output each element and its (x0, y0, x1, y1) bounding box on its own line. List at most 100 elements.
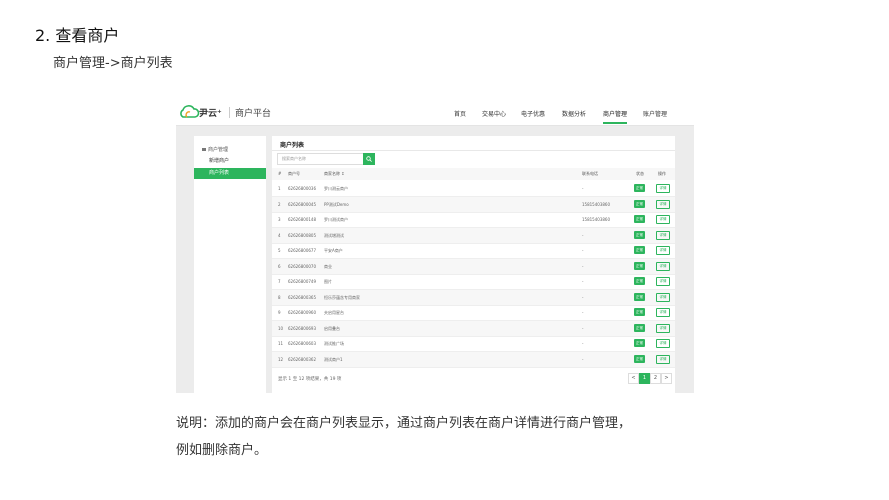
detail-button[interactable]: 详情 (656, 246, 670, 255)
cell-merchant-id: 62626800749 (288, 279, 316, 284)
cell-merchant-name: 启用叠台 (324, 325, 340, 331)
sidebar: 商户管理 新增商户 商户列表 (194, 136, 266, 393)
nav-analytics[interactable]: 数据分析 (562, 109, 586, 118)
detail-button[interactable]: 详情 (656, 230, 670, 240)
merchant-list-panel: 商户列表 搜索商户名称 # 商户号 商家名称 ↕ 联系电话 状态 操作 1 626… (272, 136, 675, 393)
cell-no: 6 (278, 263, 281, 269)
description-line-2: 例如删除商户。 (176, 443, 268, 458)
table-row: 12 62626800362 测试商户1 - 正常 详情 (272, 351, 675, 368)
panel-title: 商户列表 (280, 142, 305, 149)
status-badge: 正常 (634, 354, 645, 363)
cell-phone: - (582, 294, 584, 300)
cell-no: 8 (278, 294, 281, 300)
detail-button[interactable]: 详情 (656, 199, 670, 209)
cell-merchant-id: 62626800603 (288, 341, 316, 346)
cell-phone: - (582, 310, 584, 315)
cell-merchant-id: 62626800365 (288, 294, 316, 300)
cloud-logo-icon (180, 105, 200, 118)
search-icon (366, 156, 372, 162)
status-badge: 正常 (634, 308, 645, 316)
results-summary: 显示 1 至 12 项结果，共 19 项 (278, 377, 342, 382)
detail-button[interactable]: 详情 (656, 292, 670, 302)
col-merchant-id: 商户号 (288, 171, 300, 176)
status-badge: 正常 (634, 261, 645, 270)
cell-phone: 15815403860 (582, 201, 610, 207)
cell-merchant-id: 62626800960 (288, 310, 316, 315)
cell-merchant-id: 62626800693 (288, 325, 316, 331)
cell-phone: 15815403860 (582, 217, 610, 222)
status-badge: 正常 (634, 230, 645, 239)
table-row: 2 62626800045 PP测试Demo 15815403860 正常 详情 (272, 196, 675, 213)
nav-coupons[interactable]: 电子优惠 (521, 109, 545, 118)
cell-no: 10 (278, 325, 284, 331)
sidebar-item-add-merchant[interactable]: 新增商户 (194, 156, 266, 167)
cell-merchant-id: 62626800677 (288, 248, 316, 253)
table-row: 11 62626800603 测试推广场 - 正常 详情 (272, 336, 675, 352)
sidebar-item-label: 新增商户 (209, 158, 230, 164)
detail-button[interactable]: 详情 (656, 184, 670, 193)
menu-icon (202, 148, 206, 151)
cell-merchant-name: 罗川测试商户 (324, 217, 348, 222)
cell-merchant-id: 62626800036 (288, 186, 316, 191)
table-row: 1 62626800036 罗川测云商户 - 正常 详情 (272, 181, 675, 197)
detail-button[interactable]: 详情 (656, 323, 670, 333)
cell-phone: - (582, 356, 584, 362)
doc-title: 2. 查看商户 (35, 26, 120, 45)
search-input[interactable]: 搜索商户名称 (277, 153, 365, 165)
cell-merchant-id: 62626800362 (288, 356, 316, 362)
pager-next-button[interactable]: > (661, 373, 672, 384)
status-badge: 正常 (634, 323, 645, 332)
cell-no: 3 (278, 217, 281, 222)
pager-page-2[interactable]: 2 (650, 373, 661, 384)
doc-subtitle: 商户管理->商户列表 (53, 56, 173, 71)
cell-no: 12 (278, 356, 284, 362)
table-row: 6 62626800070 商业 - 正常 详情 (272, 258, 675, 275)
col-phone: 联系电话 (582, 171, 598, 176)
col-action: 操作 (658, 171, 666, 176)
cell-phone: - (582, 232, 584, 238)
detail-button[interactable]: 详情 (656, 215, 670, 224)
nav-account-mgmt[interactable]: 账户管理 (643, 109, 667, 118)
detail-button[interactable]: 详情 (656, 354, 670, 364)
col-merchant-name[interactable]: 商家名称 ↕ (324, 171, 345, 177)
app-screenshot: 尹云⁺ 商户平台 首页 交易中心 电子优惠 数据分析 商户管理 账户管理 商户管… (176, 100, 694, 393)
nav-merchant-mgmt[interactable]: 商户管理 (603, 109, 627, 118)
nav-transactions[interactable]: 交易中心 (482, 109, 506, 118)
status-badge: 正常 (634, 246, 645, 254)
cell-merchant-name: 恒乐莎蕴含专用商家 (324, 294, 360, 300)
cell-no: 4 (278, 232, 281, 238)
cell-no: 9 (278, 310, 281, 315)
cell-phone: - (582, 325, 584, 331)
brand-separator (229, 107, 230, 118)
detail-button[interactable]: 详情 (656, 339, 670, 348)
nav-home[interactable]: 首页 (454, 109, 466, 118)
cell-phone: - (582, 341, 584, 346)
cell-merchant-name: 夫启用星台 (324, 310, 344, 315)
cell-merchant-name: 图片 (324, 279, 332, 284)
table-row: 3 62626800148 罗川测试商户 15815403860 正常 详情 (272, 212, 675, 228)
status-badge: 正常 (634, 339, 645, 347)
cell-no: 11 (278, 341, 284, 346)
detail-button[interactable]: 详情 (656, 261, 670, 271)
col-status: 状态 (636, 171, 644, 176)
sidebar-item-merchant-list[interactable]: 商户列表 (194, 168, 266, 179)
table-row: 5 62626800677 平安A商户 - 正常 详情 (272, 243, 675, 259)
detail-button[interactable]: 详情 (656, 308, 670, 317)
cell-no: 2 (278, 201, 281, 207)
cell-merchant-name: 平安A商户 (324, 248, 343, 253)
cell-merchant-id: 62626800070 (288, 263, 316, 269)
pager-page-1[interactable]: 1 (639, 373, 650, 384)
cell-merchant-name: 罗川测云商户 (324, 186, 348, 191)
active-nav-indicator (603, 122, 627, 124)
cell-merchant-name: 商业 (324, 263, 332, 269)
table-row: 9 62626800960 夫启用星台 - 正常 详情 (272, 305, 675, 321)
sidebar-heading: 商户管理 (202, 146, 228, 153)
top-navbar: 尹云⁺ 商户平台 首页 交易中心 电子优惠 数据分析 商户管理 账户管理 (176, 100, 694, 126)
table-row: 10 62626800693 启用叠台 - 正常 详情 (272, 320, 675, 337)
table-row: 4 62626800805 测试增测试 - 正常 详情 (272, 227, 675, 244)
panel-divider (272, 150, 675, 151)
pager-prev-button[interactable]: < (628, 373, 639, 384)
detail-button[interactable]: 详情 (656, 277, 670, 286)
cell-merchant-name: 测试商户1 (324, 356, 343, 362)
search-button[interactable] (363, 153, 375, 165)
